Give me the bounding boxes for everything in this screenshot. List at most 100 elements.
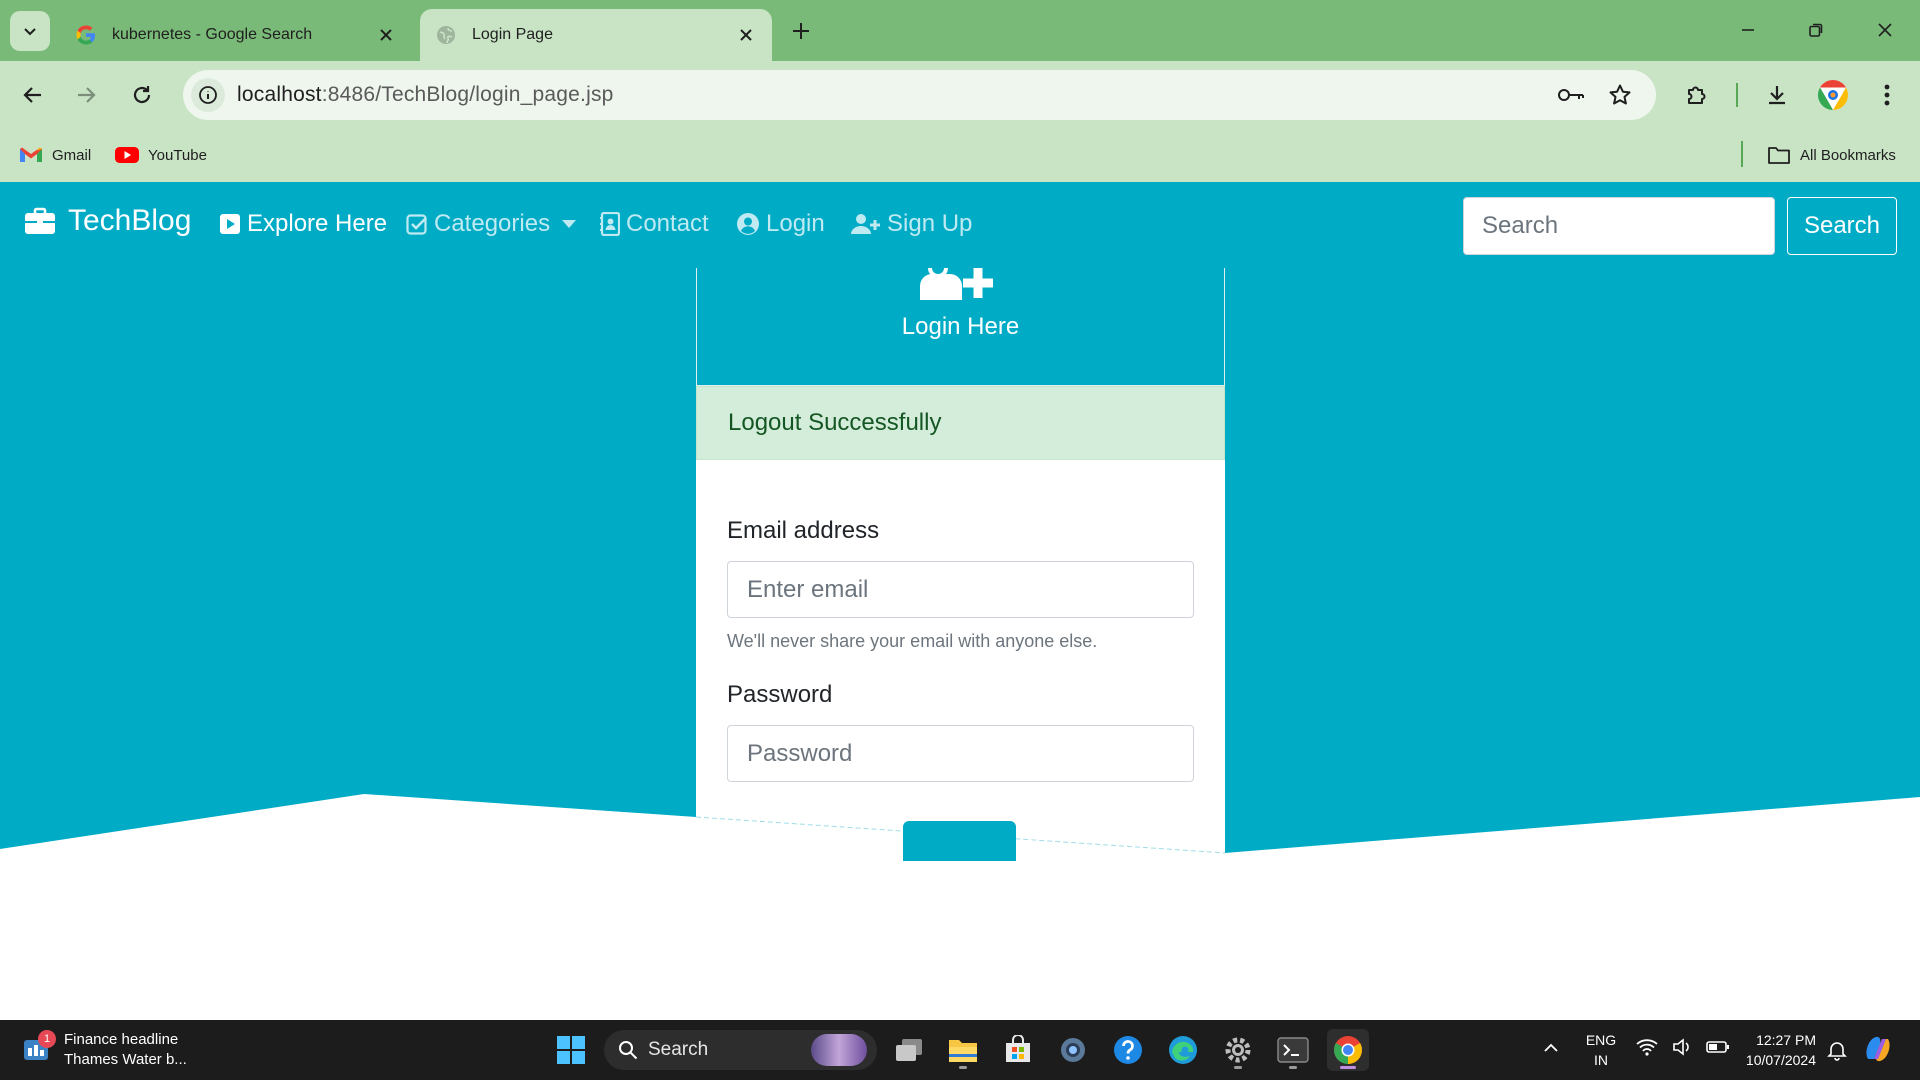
active-indicator (1340, 1066, 1356, 1069)
taskbar-chrome[interactable] (1327, 1029, 1369, 1071)
downloads-button[interactable] (1759, 77, 1795, 113)
bell-icon (1827, 1042, 1847, 1061)
download-icon (1769, 86, 1785, 105)
forward-button[interactable] (68, 77, 104, 113)
bookmarks-divider (1741, 141, 1743, 167)
taskbar-search-label: Search (648, 1039, 709, 1060)
tab-login-page[interactable]: Login Page (420, 9, 772, 61)
puzzle-icon (1688, 86, 1706, 104)
gear-blue-icon (1061, 1038, 1085, 1062)
start-button[interactable] (550, 1029, 592, 1071)
clock-time: 12:27 PM (1756, 1032, 1816, 1048)
wave-overlay (695, 816, 1226, 1020)
copilot-button[interactable] (1862, 1033, 1894, 1070)
plus-icon (793, 23, 809, 39)
bookmarks-bar: Gmail YouTube All Bookmarks (0, 129, 1920, 182)
new-tab-button[interactable] (786, 16, 816, 46)
minimize-icon (1742, 29, 1754, 31)
news-title: Finance headline (64, 1031, 179, 1048)
all-bookmarks-label: All Bookmarks (1800, 146, 1896, 164)
notification-badge: 1 (38, 1030, 56, 1048)
chrome-icon (1334, 1036, 1362, 1064)
tab-title: kubernetes - Google Search (112, 26, 313, 43)
back-button[interactable] (15, 77, 51, 113)
toolbar-divider (1736, 83, 1738, 107)
chevron-down-icon (24, 28, 36, 36)
news-widget-icon: 1 (22, 1030, 56, 1066)
terminal-icon (1277, 1037, 1309, 1063)
gear-icon (1225, 1037, 1251, 1063)
extensions-button[interactable] (1679, 77, 1715, 113)
folder-icon (949, 1040, 977, 1062)
lang-code: ENG (1585, 1032, 1617, 1048)
copilot-icon (1866, 1036, 1890, 1062)
battery-icon (1706, 1041, 1729, 1053)
close-window-button[interactable] (1865, 14, 1905, 46)
search-icon (618, 1040, 638, 1060)
all-bookmarks-button[interactable]: All Bookmarks (1767, 141, 1896, 169)
notifications-button[interactable] (1826, 1039, 1848, 1066)
site-info-icon[interactable] (191, 78, 225, 112)
close-tab-icon[interactable] (734, 23, 758, 47)
taskbar-terminal[interactable] (1272, 1029, 1314, 1071)
login-submit-button[interactable] (903, 821, 1016, 861)
news-subtitle: Thames Water b... (64, 1051, 187, 1068)
close-icon (1878, 23, 1892, 37)
taskbar-settings[interactable] (1217, 1029, 1259, 1071)
youtube-icon (115, 146, 139, 164)
bookmark-label: Gmail (52, 146, 92, 164)
windows-logo-icon (557, 1036, 585, 1064)
volume-icon (1673, 1038, 1689, 1056)
url-text[interactable]: localhost:8486/TechBlog/login_page.jsp (237, 83, 614, 107)
language-indicator[interactable]: ENG IN (1584, 1030, 1618, 1070)
bookmark-youtube[interactable]: YouTube (115, 141, 207, 169)
taskbar-file-explorer[interactable] (942, 1029, 984, 1071)
minimize-button[interactable] (1728, 14, 1768, 46)
wifi-icon (1636, 1039, 1658, 1056)
taskbar-settings-app[interactable] (1052, 1029, 1094, 1071)
running-indicator (1289, 1066, 1297, 1069)
store-icon (1006, 1035, 1030, 1062)
show-hidden-icons-button[interactable] (1543, 1040, 1559, 1058)
web-page: TechBlog Explore Here Categories Contact… (0, 182, 1920, 1020)
chevron-up-icon (1544, 1043, 1558, 1052)
profile-avatar[interactable] (1815, 77, 1851, 113)
windows-taskbar: 1 Finance headline Thames Water b... Sea… (0, 1020, 1920, 1080)
bookmark-star-icon[interactable] (1604, 79, 1636, 111)
more-vertical-icon (1884, 84, 1890, 106)
bookmark-label: YouTube (148, 146, 207, 164)
profile-icon (1817, 80, 1849, 110)
lang-region: IN (1594, 1052, 1608, 1068)
browser-tab-strip: kubernetes - Google Search Login Page (0, 0, 1920, 61)
globe-icon (434, 23, 458, 47)
reload-icon (133, 86, 151, 104)
reload-button[interactable] (124, 77, 160, 113)
arrow-right-icon (78, 87, 96, 103)
clock[interactable]: 12:27 PM 10/07/2024 (1730, 1030, 1816, 1070)
edge-icon (1169, 1036, 1197, 1064)
browser-toolbar: localhost:8486/TechBlog/login_page.jsp (0, 61, 1920, 129)
taskbar-search[interactable]: Search (604, 1030, 877, 1070)
restore-button[interactable] (1796, 14, 1836, 46)
clock-date: 10/07/2024 (1745, 1052, 1816, 1068)
folder-icon (1767, 145, 1791, 165)
news-widget[interactable]: 1 Finance headline Thames Water b... (22, 1030, 187, 1070)
search-highlight-art-icon (811, 1034, 867, 1066)
help-icon (1114, 1036, 1142, 1064)
password-key-icon[interactable] (1555, 79, 1587, 111)
running-indicator (959, 1066, 967, 1069)
address-bar[interactable]: localhost:8486/TechBlog/login_page.jsp (183, 70, 1656, 120)
taskbar-help[interactable] (1107, 1029, 1149, 1071)
tab-search-button[interactable] (10, 11, 50, 51)
system-tray-icons[interactable] (1636, 1038, 1730, 1056)
taskbar-task-view[interactable] (888, 1029, 930, 1071)
chrome-menu-button[interactable] (1869, 77, 1905, 113)
tab-title: Login Page (472, 26, 553, 43)
arrow-left-icon (23, 87, 41, 103)
bookmark-gmail[interactable]: Gmail (19, 141, 91, 169)
close-tab-icon[interactable] (374, 23, 398, 47)
taskbar-edge[interactable] (1162, 1029, 1204, 1071)
taskbar-store[interactable] (997, 1029, 1039, 1071)
tab-google-search[interactable]: kubernetes - Google Search (60, 9, 412, 61)
running-indicator (1234, 1066, 1242, 1069)
